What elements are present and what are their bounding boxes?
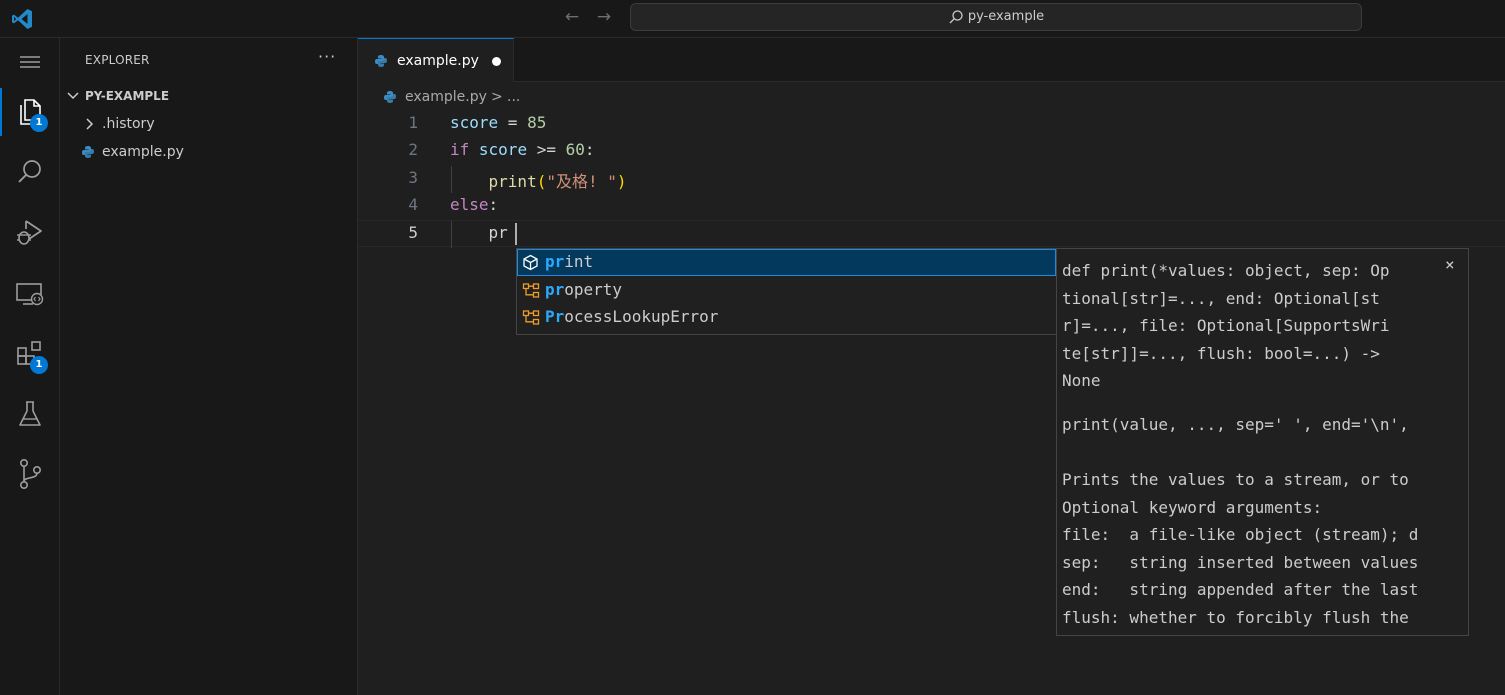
activity-run-debug[interactable] [0,208,60,256]
activity-source-control[interactable] [0,450,60,498]
python-file-icon [82,146,94,158]
explorer-sidebar: EXPLORER ··· PY-EXAMPLE .history example… [60,38,358,695]
activity-explorer[interactable]: 1 [0,88,60,136]
token-paren: ) [616,172,627,191]
editor-tab-bar: example.py [358,38,1505,82]
class-icon [522,310,540,325]
suggestion-processlookuperror[interactable]: ProcessLookupError [517,304,1056,331]
code-line-1[interactable]: score = 85 [450,113,546,140]
more-actions-icon[interactable]: ··· [318,47,336,66]
function-icon [523,254,538,271]
breadcrumb-separator: > [491,89,503,105]
command-center-label: py-example [967,9,1045,24]
line-number: 5 [408,223,418,242]
unsaved-dot-icon[interactable] [492,57,501,66]
search-icon [18,160,41,183]
activity-bar: 1 1 [0,38,60,695]
vscode-logo-icon[interactable] [10,7,34,31]
line-number: 2 [408,140,418,159]
suggestion-match: pr [545,280,565,299]
class-icon [522,283,540,298]
menu-button[interactable] [0,38,60,86]
token-colon: : [584,140,595,159]
breadcrumb-file[interactable]: example.py [405,89,487,105]
suggestion-rest: int [564,252,594,271]
remote-explorer-icon [16,283,44,306]
breadcrumb-symbols[interactable]: ... [507,89,520,105]
code-line-4[interactable]: else: [450,195,498,222]
folder-name: PY-EXAMPLE [85,89,170,103]
explorer-title: EXPLORER [85,53,150,67]
suggest-details-panel[interactable]: def print(*values: object, sep: Op tiona… [1056,248,1469,636]
arrow-left-icon[interactable]: ← [561,6,583,28]
tree-item-history[interactable]: .history [60,112,358,136]
close-icon[interactable]: × [1445,255,1455,274]
run-debug-icon [17,220,42,245]
suggestion-rest: ocessLookupError [564,307,719,326]
suggestion-label: property [545,280,622,299]
suggest-widget: print property ProcessLookupError [516,248,1057,335]
activity-testing[interactable] [0,390,60,438]
python-file-icon [375,55,387,67]
line-number: 1 [408,113,418,132]
token-keyword: else [450,195,489,214]
token-typed: pr [488,223,508,242]
text-cursor [515,223,517,245]
code-line-5[interactable]: pr [450,223,508,250]
token-number: 60 [565,140,585,159]
hamburger-menu-icon [20,56,40,68]
explorer-badge: 1 [30,114,48,132]
chevron-down-icon [67,92,79,100]
tab-example-py[interactable]: example.py [358,38,514,82]
extensions-badge: 1 [30,356,48,374]
suggestion-rest: operty [564,280,623,299]
token-variable: score [478,140,528,159]
code-line-2[interactable]: if score >= 60: [450,140,595,167]
token-keyword: if [450,140,470,159]
suggestion-print[interactable]: print [517,249,1056,276]
tree-item-example-py[interactable]: example.py [60,140,358,164]
token-number: 85 [527,113,547,132]
activity-remote-explorer[interactable] [0,270,60,318]
token-operator: = [498,113,528,132]
suggestion-match: Pr [545,307,565,326]
token-colon: : [488,195,499,214]
tree-item-label: example.py [102,144,184,160]
activity-search[interactable] [0,148,60,196]
search-icon [949,9,963,23]
line-number: 4 [408,195,418,214]
arrow-right-icon[interactable]: → [593,6,615,28]
flask-icon [19,401,41,426]
source-control-icon [20,458,41,489]
tree-item-label: .history [102,116,155,132]
current-line-highlight [358,220,1505,247]
suggestion-label: print [545,252,593,271]
suggestion-property[interactable]: property [517,277,1056,304]
details-documentation: print(value, ..., sep=' ', end='\n', Pri… [1062,415,1419,627]
token-variable: score [450,113,499,132]
chevron-right-icon [86,118,94,130]
folder-py-example[interactable]: PY-EXAMPLE [60,86,358,108]
python-file-icon [384,91,396,103]
details-signature: def print(*values: object, sep: Op tiona… [1062,261,1390,390]
token-operator: >= [527,140,566,159]
activity-extensions[interactable]: 1 [0,330,60,378]
line-number: 3 [408,168,418,187]
suggestion-match: pr [545,252,565,271]
command-center-search[interactable]: py-example [630,3,1362,31]
tab-label: example.py [397,53,479,69]
token-paren: ( [536,172,547,191]
token-function: print [488,172,537,191]
token-string: "及格! " [546,172,617,191]
code-line-3[interactable]: print("及格! ") [450,168,627,195]
title-bar: ← → py-example [0,0,1505,38]
suggestion-label: ProcessLookupError [545,307,718,326]
